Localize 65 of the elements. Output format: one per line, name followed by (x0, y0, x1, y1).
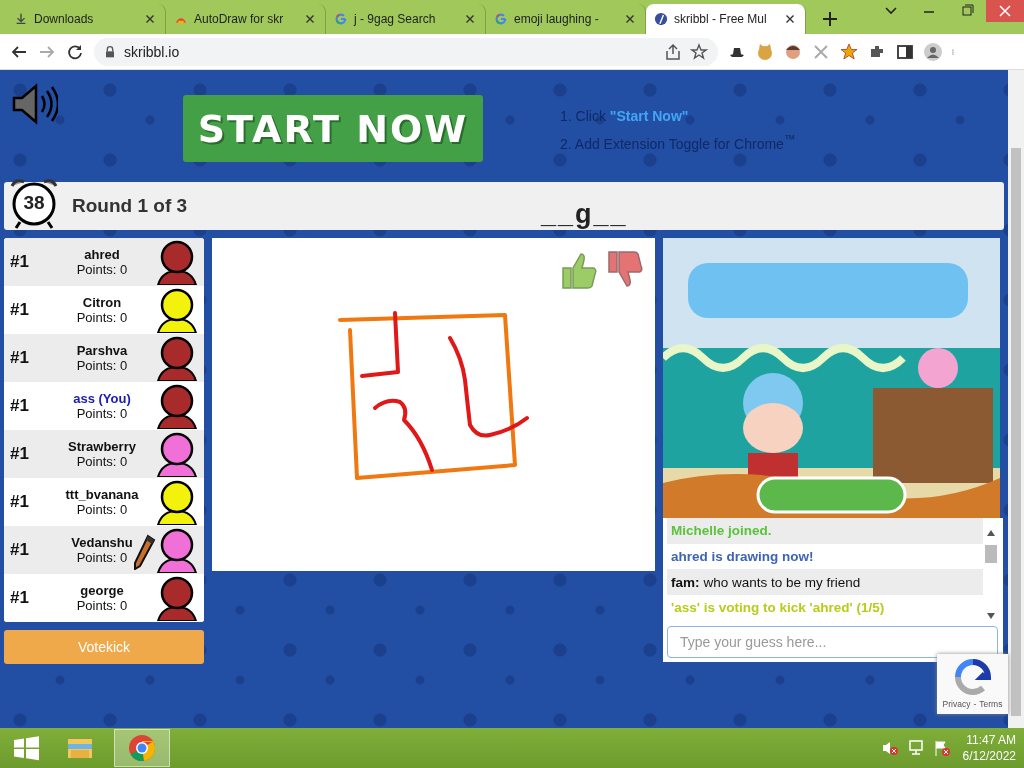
muted-speaker-icon[interactable] (880, 739, 899, 757)
head-icon[interactable] (784, 42, 802, 61)
rank-text: #1 (9, 300, 30, 320)
download-icon (14, 12, 28, 26)
share-icon[interactable] (664, 42, 682, 61)
player-name: Citron (82, 295, 122, 310)
player-name: Vedanshu (71, 535, 133, 550)
player-name: ttt_bvanana (65, 487, 139, 502)
chrome-icon (127, 733, 157, 763)
rank-text: #1 (9, 444, 30, 464)
star-icon[interactable] (690, 42, 708, 61)
points-text: Points: 0 (76, 406, 128, 421)
terms-link[interactable]: Terms (979, 699, 1003, 709)
player-name: ass (You) (73, 391, 131, 406)
instruction-text: 1. Click "Start Now" (560, 108, 690, 124)
points-text: Points: 0 (76, 550, 128, 565)
address-bar[interactable]: skribbl.io (94, 37, 718, 66)
google-g-icon (334, 12, 348, 26)
points-text: Points: 0 (76, 262, 128, 277)
rank-text: #1 (9, 492, 30, 512)
clock-time: 11:47 AM (966, 733, 1016, 747)
player-name: george (80, 583, 124, 598)
points-text: Points: 0 (76, 598, 128, 613)
lock-icon (104, 45, 116, 58)
flag-icon[interactable] (932, 739, 951, 757)
rank-text: #1 (9, 588, 30, 608)
rank-text: #1 (9, 348, 30, 368)
recaptcha-icon (953, 658, 992, 696)
chat-message: 'ass' is voting to kick 'ahred' (1/5) (670, 599, 886, 618)
player-name: Strawberry (68, 439, 136, 454)
player-name: Parshva (76, 343, 128, 358)
pencil-icon (654, 12, 668, 26)
points-text: Points: 0 (76, 358, 128, 373)
rank-text: #1 (9, 252, 30, 272)
speaker-icon[interactable] (10, 82, 58, 126)
points-text: Points: 0 (76, 502, 128, 517)
side-panel-icon[interactable] (896, 42, 914, 61)
drawing-canvas[interactable] (212, 238, 655, 571)
instruction-text: 2. Add Extension Toggle for Chrome$^{™}$ (560, 132, 796, 152)
taskbar-app[interactable] (114, 729, 170, 767)
guess-input[interactable]: Type your guess here... (667, 625, 998, 658)
word-hint: __g__ (541, 199, 628, 230)
network-icon[interactable] (906, 739, 925, 757)
scroll-thumb[interactable] (985, 545, 997, 564)
scroll-down-icon[interactable] (987, 612, 995, 619)
privacy-link[interactable]: Privacy (942, 699, 971, 709)
rank-text: #1 (9, 540, 30, 560)
chat-message: fam: who wants to be my friend (667, 569, 983, 595)
scroll-up-icon[interactable] (987, 530, 995, 536)
google-g-icon (494, 12, 508, 26)
rank-text: #1 (9, 396, 30, 416)
scroll-thumb[interactable] (1011, 148, 1021, 716)
star-icon[interactable] (840, 42, 858, 61)
points-text: Points: 0 (76, 454, 128, 469)
timer-text: 38 (22, 192, 46, 214)
clock-date: 6/12/2022 (962, 749, 1016, 763)
round-text: Round 1 of 3 (72, 195, 188, 217)
browser-tab[interactable]: skribbl - Free Mul (646, 4, 806, 34)
points-text: Points: 0 (76, 310, 128, 325)
chat-message: Michelle joined. (667, 518, 983, 544)
player-name: ahred (84, 247, 120, 262)
chat-message: ahred is drawing now! (670, 548, 815, 566)
new-tab-icon[interactable] (820, 9, 840, 29)
profile-icon[interactable] (924, 42, 942, 61)
separator-text: - (973, 699, 977, 709)
